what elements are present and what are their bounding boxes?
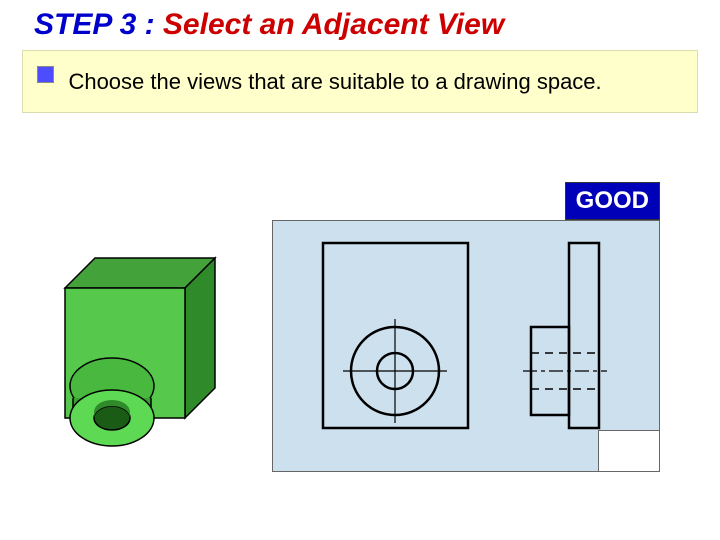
isometric-container [40, 248, 240, 458]
title-rest: Select an Adjacent View [163, 8, 504, 41]
bullet-icon [37, 66, 54, 83]
slide-title: STEP 3 : Select an Adjacent View [0, 0, 720, 50]
title-step: STEP 3 : [34, 8, 163, 41]
corner-inset [598, 430, 660, 472]
description-box: Choose the views that are suitable to a … [22, 50, 698, 113]
drawing-panel [272, 220, 660, 472]
good-badge: GOOD [565, 182, 660, 220]
description-text: Choose the views that are suitable to a … [68, 63, 668, 100]
isometric-part-icon [40, 248, 240, 458]
